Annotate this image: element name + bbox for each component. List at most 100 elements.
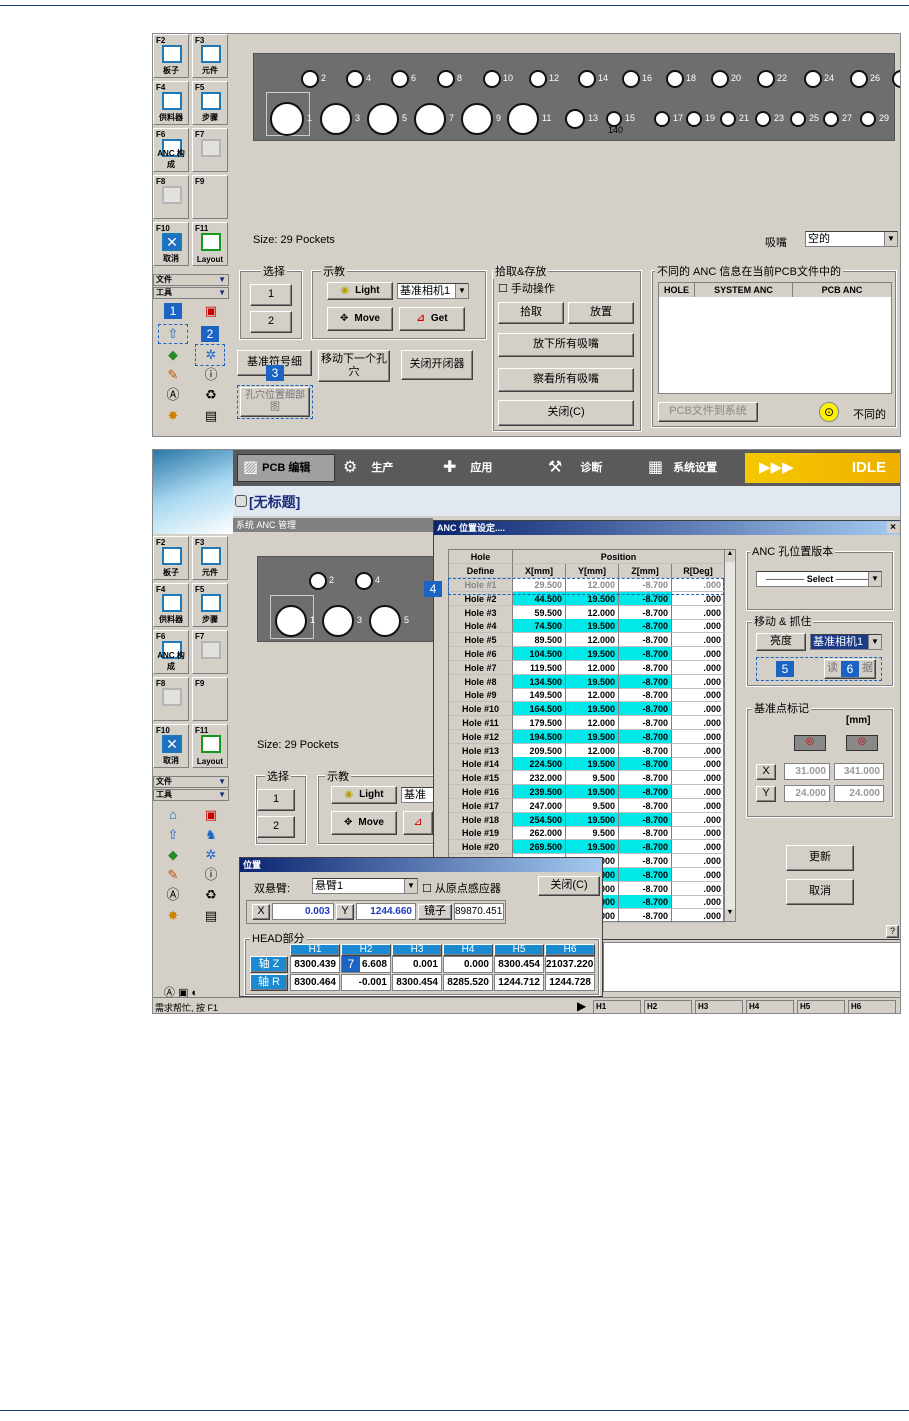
cell-z[interactable]: -8.700 — [619, 674, 672, 689]
tab-production[interactable]: ⚙ 生产 — [343, 450, 433, 484]
f9-key[interactable]: F9 — [192, 175, 228, 219]
cell-define[interactable]: Hole #10 — [449, 702, 513, 717]
f6-anc-key[interactable]: F6 ANC 构成 — [153, 630, 189, 674]
f2-board-key[interactable]: F2 板子 — [153, 34, 189, 78]
col-r[interactable]: R[Deg] — [672, 564, 725, 578]
gear-tool-icon[interactable]: ✸ — [163, 907, 183, 925]
home-tool-icon[interactable]: ⇧ — [163, 325, 183, 343]
hole-20[interactable] — [711, 70, 729, 88]
nozzle-select[interactable]: 空的 ▼ — [805, 231, 898, 247]
cell-r[interactable]: .000 — [672, 619, 725, 634]
cell-r[interactable]: .000 — [672, 633, 725, 648]
hole-21[interactable] — [720, 111, 736, 127]
cell-define[interactable]: Hole #17 — [449, 798, 513, 813]
cell-z[interactable]: -8.700 — [619, 702, 672, 717]
arm-select[interactable]: 悬臂1 ▼ — [312, 878, 418, 894]
teach-tool-icon[interactable]: ✲ — [201, 346, 221, 364]
cell-y[interactable]: 19.500 — [566, 812, 619, 827]
cell-define[interactable]: Hole #14 — [449, 757, 513, 772]
from-origin-checkbox[interactable]: ☐ 从原点感应器 — [422, 880, 501, 896]
cell-r[interactable]: .000 — [672, 881, 725, 896]
fid-x2[interactable]: 341.000 — [834, 763, 884, 780]
select-1-button[interactable]: 1 — [257, 789, 295, 811]
hole-2[interactable] — [309, 572, 327, 590]
close-button[interactable]: 关闭(C) — [498, 400, 634, 426]
trash-tool-icon[interactable]: Ⓐ — [163, 886, 183, 904]
cell-x[interactable]: 164.500 — [513, 702, 566, 717]
table-row[interactable]: Hole #19 262.000 9.500 -8.700.000 — [449, 826, 725, 841]
col-x[interactable]: X[mm] — [513, 564, 566, 578]
light-button[interactable]: ◉ Light — [327, 282, 393, 300]
cell-define[interactable]: Hole #12 — [449, 729, 513, 744]
cell-z[interactable]: -8.700 — [619, 826, 672, 841]
fid-y2[interactable]: 24.000 — [834, 785, 884, 802]
f3-component-key[interactable]: F3 元件 — [192, 34, 228, 78]
table-row[interactable]: Hole #20 269.500 19.500 -8.700.000 — [449, 840, 725, 855]
cell-x[interactable]: 239.500 — [513, 785, 566, 799]
get-button[interactable]: ⊿ — [403, 811, 433, 835]
cell-z[interactable]: -8.700 — [619, 771, 672, 786]
cell-x[interactable]: 194.500 — [513, 729, 566, 744]
cell-y[interactable]: 19.500 — [566, 729, 619, 744]
person-tool-icon[interactable]: ♞ — [201, 826, 221, 844]
cell-x[interactable]: 254.500 — [513, 812, 566, 827]
cell-r[interactable]: .000 — [672, 909, 725, 924]
get-button[interactable]: ⊿ Get — [399, 307, 465, 331]
position-close-button[interactable]: 关闭(C) — [538, 876, 600, 896]
cell-z[interactable]: -8.700 — [619, 605, 672, 620]
conveyor-tool-icon[interactable]: ◆ — [163, 346, 183, 364]
cell-x[interactable]: 119.500 — [513, 660, 566, 675]
list-tool-icon[interactable]: ▤ — [201, 907, 221, 925]
hole-3[interactable] — [322, 605, 354, 637]
f3-component-key[interactable]: F3 元件 — [192, 536, 228, 580]
cell-r[interactable]: .000 — [672, 729, 725, 744]
cell-r[interactable]: .000 — [672, 798, 725, 813]
hole-12[interactable] — [529, 70, 547, 88]
gear-tool-icon[interactable]: ✸ — [163, 407, 183, 425]
f9-key[interactable]: F9 — [192, 677, 228, 721]
update-button[interactable]: 更新 — [786, 845, 854, 871]
table-row[interactable]: Hole #18 254.500 19.500 -8.700.000 — [449, 812, 725, 827]
f6-anc-key[interactable]: F6 ANC 构成 — [153, 128, 189, 172]
cell-z[interactable]: -8.700 — [619, 785, 672, 799]
cell-y[interactable]: 19.500 — [566, 702, 619, 717]
tab-diagnostics[interactable]: ⚒ 诊断 — [548, 450, 638, 484]
hole-26[interactable] — [850, 70, 868, 88]
table-scrollbar[interactable]: ▲ ▼ — [724, 549, 736, 922]
cell-y[interactable]: 19.500 — [566, 757, 619, 772]
conveyor-tool-icon[interactable]: ◆ — [163, 846, 183, 864]
info-tool-icon[interactable]: ⓘ — [201, 366, 221, 384]
cell-z[interactable]: -8.700 — [619, 812, 672, 827]
f7-key[interactable]: F7 — [192, 128, 228, 172]
hole-7[interactable] — [414, 103, 446, 135]
f5-step-key[interactable]: F5 步骤 — [192, 81, 228, 125]
cell-r[interactable]: .000 — [672, 826, 725, 841]
cell-y[interactable]: 19.500 — [566, 619, 619, 634]
read-data-button[interactable]: 读6据 — [824, 659, 876, 679]
pick-button[interactable]: 拾取 — [498, 302, 564, 324]
col-position[interactable]: Position — [513, 550, 725, 564]
hole-11[interactable] — [507, 103, 539, 135]
f4-feeder-key[interactable]: F4 供料器 — [153, 81, 189, 125]
cell-x[interactable]: 209.500 — [513, 743, 566, 758]
cancel-button[interactable]: 取消 — [786, 879, 854, 905]
hole-detail-button[interactable]: 孔穴位置细部图 — [240, 387, 310, 417]
camera-select[interactable]: 基准相机1 ▼ — [397, 283, 469, 299]
hole-3[interactable] — [320, 103, 352, 135]
play-icon[interactable]: ▶ — [577, 999, 586, 1013]
hole-6[interactable] — [391, 70, 409, 88]
cell-define[interactable]: Hole #5 — [449, 633, 513, 648]
cell-y[interactable]: 9.500 — [566, 771, 619, 786]
table-row[interactable]: Hole #13 209.500 12.000 -8.700.000 — [449, 743, 725, 758]
select-2-button[interactable]: 2 — [257, 816, 295, 838]
hole-9[interactable] — [461, 103, 493, 135]
cell-y[interactable]: 19.500 — [566, 840, 619, 855]
fid-y1[interactable]: 24.000 — [784, 785, 830, 802]
cell-z[interactable]: -8.700 — [619, 881, 672, 896]
table-row[interactable]: Hole #9 149.500 12.000 -8.700.000 — [449, 688, 725, 703]
cell-y[interactable]: 12.000 — [566, 688, 619, 703]
recycle-tool-icon[interactable]: ♻ — [201, 386, 221, 404]
cell-z[interactable]: -8.700 — [619, 716, 672, 730]
cell-x[interactable]: 104.500 — [513, 647, 566, 661]
list-tool-icon[interactable]: ▤ — [201, 407, 221, 425]
